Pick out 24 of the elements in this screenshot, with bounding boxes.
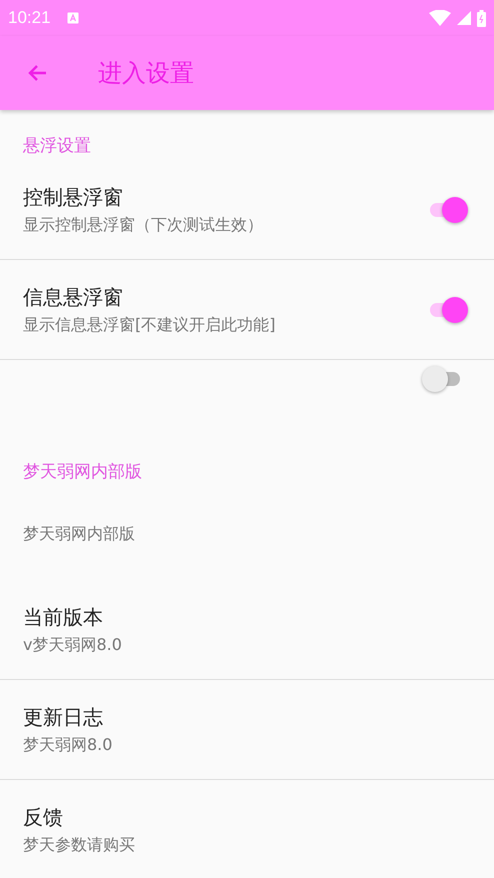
setting-summary: 梦天弱网内部版 xyxy=(23,524,135,544)
setting-row[interactable]: 反馈 梦天参数请购买 xyxy=(0,780,494,878)
setting-row[interactable]: 信息悬浮窗 显示信息悬浮窗[不建议开启此功能] xyxy=(0,260,494,360)
setting-summary: 梦天参数请购买 xyxy=(23,834,136,856)
setting-title: 当前版本 xyxy=(23,604,104,630)
setting-row[interactable]: 更新日志 梦天弱网8.0 xyxy=(0,680,494,780)
section-header: 梦天弱网内部版 xyxy=(22,461,143,484)
signal-icon xyxy=(457,11,471,25)
setting-summary: 梦天弱网8.0 xyxy=(23,734,114,756)
setting-title: 更新日志 xyxy=(23,704,104,730)
setting-summary: v梦天弱网8.0 xyxy=(23,634,123,656)
setting-summary: 显示信息悬浮窗[不建议开启此功能] xyxy=(23,314,276,336)
battery-icon xyxy=(477,10,486,26)
notification-icon xyxy=(66,12,79,24)
setting-title: 信息悬浮窗 xyxy=(23,284,124,310)
setting-row[interactable]: 当前版本 v梦天弱网8.0 xyxy=(0,580,494,680)
section-header: 悬浮设置 xyxy=(22,135,92,158)
clock: 10:21 xyxy=(8,8,51,28)
wifi-icon xyxy=(429,10,451,26)
setting-summary: 显示控制悬浮窗（下次测试生效） xyxy=(23,214,264,236)
screen-title: 进入设置 xyxy=(98,58,194,89)
setting-row[interactable]: 控制悬浮窗 显示控制悬浮窗（下次测试生效） xyxy=(0,160,494,260)
setting-title: 控制悬浮窗 xyxy=(23,184,124,210)
setting-title: 反馈 xyxy=(23,804,64,830)
